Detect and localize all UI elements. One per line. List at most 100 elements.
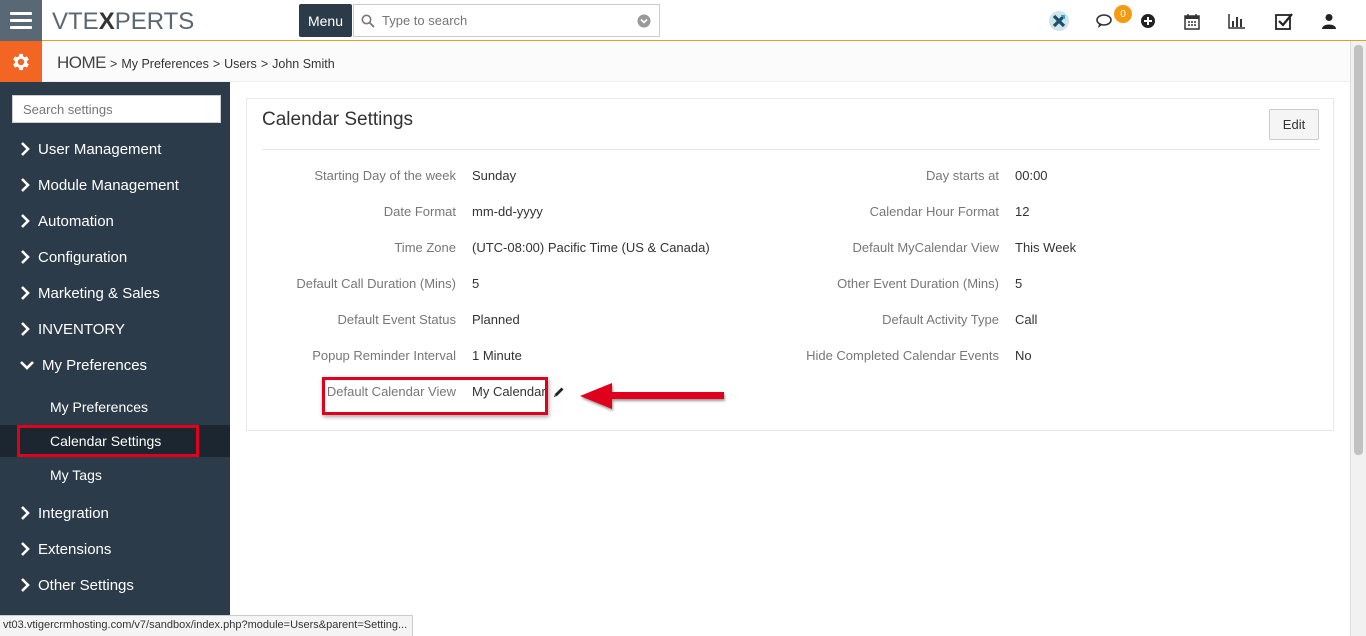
annotation-arrow-icon	[580, 383, 724, 409]
reports-chart-icon[interactable]	[1226, 10, 1248, 32]
field-label: Calendar Hour Format	[869, 204, 999, 219]
chevron-right-icon	[20, 214, 38, 228]
global-search[interactable]	[353, 4, 660, 37]
sidebar-item-label: User Management	[38, 140, 162, 158]
add-icon[interactable]	[1137, 10, 1159, 32]
sidebar-item-other-settings[interactable]: Other Settings	[0, 567, 230, 603]
sidebar-subitem-my-preferences[interactable]: My Preferences	[0, 391, 230, 423]
field-label: Default Event Status	[337, 312, 456, 327]
field-value: 00:00	[1015, 168, 1048, 183]
sidebar-item-user-management[interactable]: User Management	[0, 131, 230, 167]
sidebar-item-my-preferences[interactable]: My Preferences	[0, 347, 230, 383]
sidebar-item-extensions[interactable]: Extensions	[0, 531, 230, 567]
sidebar-item-inventory[interactable]: INVENTORY	[0, 311, 230, 347]
field-label: Hide Completed Calendar Events	[806, 348, 999, 363]
calendar-settings-panel: Calendar Settings Edit	[246, 98, 1334, 431]
field-value: Call	[1015, 312, 1038, 327]
brand-logo[interactable]: VTEXPERTS	[52, 8, 194, 36]
sidebar-subitem-label: My Preferences	[50, 399, 149, 415]
scrollbar-thumb[interactable]	[1354, 45, 1363, 455]
field-label: Day starts at	[926, 168, 999, 183]
breadcrumb-bar: HOME > My Preferences > Users > John Smi…	[0, 41, 1350, 82]
breadcrumb-sep: >	[212, 57, 221, 71]
settings-search-input[interactable]	[23, 101, 220, 117]
sidebar-subitem-label: Calendar Settings	[50, 433, 162, 449]
breadcrumb-my-preferences[interactable]: My Preferences	[121, 57, 209, 71]
settings-sidebar: User Management Module Management Automa…	[0, 82, 230, 615]
chevron-right-icon	[20, 506, 38, 520]
chevron-right-icon	[20, 286, 38, 300]
menu-button[interactable]: Menu	[299, 4, 352, 37]
breadcrumb-sep: >	[110, 57, 118, 71]
settings-search[interactable]	[12, 95, 221, 123]
chevron-down-icon	[20, 360, 42, 370]
sidebar-item-automation[interactable]: Automation	[0, 203, 230, 239]
field-value: mm-dd-yyyy	[472, 204, 543, 219]
field-label: Date Format	[383, 204, 456, 219]
hamburger-menu-icon[interactable]	[0, 0, 42, 41]
search-icon	[354, 14, 382, 28]
chat-icon[interactable]	[1094, 10, 1116, 32]
field-value: Sunday	[472, 168, 517, 183]
page-scrollbar[interactable]	[1350, 41, 1366, 636]
field-value: 1 Minute	[472, 348, 522, 363]
field-value: 5	[472, 276, 480, 291]
breadcrumb-john-smith: John Smith	[272, 57, 335, 71]
chevron-right-icon	[20, 142, 38, 156]
sidebar-subitem-my-tags[interactable]: My Tags	[0, 459, 230, 491]
sidebar-item-label: My Preferences	[42, 356, 148, 374]
field-label: Popup Reminder Interval	[312, 348, 456, 363]
sidebar-item-label: Configuration	[38, 248, 128, 266]
chevron-right-icon	[20, 250, 38, 264]
sidebar-item-module-management[interactable]: Module Management	[0, 167, 230, 203]
global-search-input[interactable]	[382, 13, 629, 28]
tasks-checkbox-icon[interactable]	[1273, 10, 1295, 32]
edit-button[interactable]: Edit	[1269, 109, 1319, 140]
sidebar-item-label: Integration	[38, 504, 109, 522]
top-navbar: VTEXPERTS Menu 0	[0, 0, 1366, 41]
chevron-right-icon	[20, 322, 38, 336]
sidebar-item-label: Extensions	[38, 540, 112, 558]
browser-status-url: vt03.vtigercrmhosting.com/v7/sandbox/ind…	[0, 615, 414, 636]
sidebar-item-marketing-sales[interactable]: Marketing & Sales	[0, 275, 230, 311]
field-value: This Week	[1015, 240, 1077, 255]
sidebar-item-label: Module Management	[38, 176, 179, 194]
breadcrumb-sep: >	[260, 57, 269, 71]
sidebar-item-label: Marketing & Sales	[38, 284, 160, 302]
sidebar-item-configuration[interactable]: Configuration	[0, 239, 230, 275]
field-value: No	[1015, 348, 1032, 363]
user-profile-icon[interactable]	[1318, 10, 1340, 32]
chevron-right-icon	[20, 178, 38, 192]
page-title: Calendar Settings	[262, 109, 414, 130]
field-label: Default Activity Type	[882, 312, 999, 327]
divider	[262, 149, 1320, 150]
field-label: Default MyCalendar View	[852, 240, 999, 255]
sidebar-item-label: Other Settings	[38, 576, 134, 594]
vtexperts-x-icon[interactable]	[1048, 10, 1070, 32]
field-value: Planned	[472, 312, 520, 327]
pencil-edit-icon[interactable]	[553, 386, 565, 398]
sidebar-subitem-calendar-settings[interactable]: Calendar Settings	[0, 425, 230, 457]
breadcrumb-users[interactable]: Users	[224, 57, 257, 71]
settings-gear-icon[interactable]	[0, 41, 42, 82]
field-label: Other Event Duration (Mins)	[837, 276, 999, 291]
breadcrumb: HOME > My Preferences > Users > John Smi…	[57, 53, 335, 73]
field-label: Time Zone	[394, 240, 456, 255]
sidebar-item-integration[interactable]: Integration	[0, 495, 230, 531]
chevron-right-icon	[20, 542, 38, 556]
search-dropdown-icon[interactable]	[629, 14, 659, 28]
sidebar-item-label: Automation	[38, 212, 114, 230]
field-label-default-calendar-view: Default Calendar View	[326, 384, 456, 399]
field-value: (UTC-08:00) Pacific Time (US & Canada)	[472, 240, 710, 255]
field-value: 5	[1015, 276, 1023, 291]
field-value-default-calendar-view[interactable]: My Calendar	[472, 384, 546, 399]
field-label: Starting Day of the week	[314, 168, 456, 183]
calendar-icon[interactable]	[1181, 10, 1203, 32]
field-label: Default Call Duration (Mins)	[296, 276, 456, 291]
breadcrumb-home[interactable]: HOME	[57, 53, 107, 73]
chevron-right-icon	[20, 578, 38, 592]
notification-badge[interactable]: 0	[1114, 5, 1132, 23]
sidebar-subitem-label: My Tags	[50, 467, 102, 483]
field-value: 12	[1015, 204, 1030, 219]
sidebar-item-label: INVENTORY	[38, 320, 125, 338]
